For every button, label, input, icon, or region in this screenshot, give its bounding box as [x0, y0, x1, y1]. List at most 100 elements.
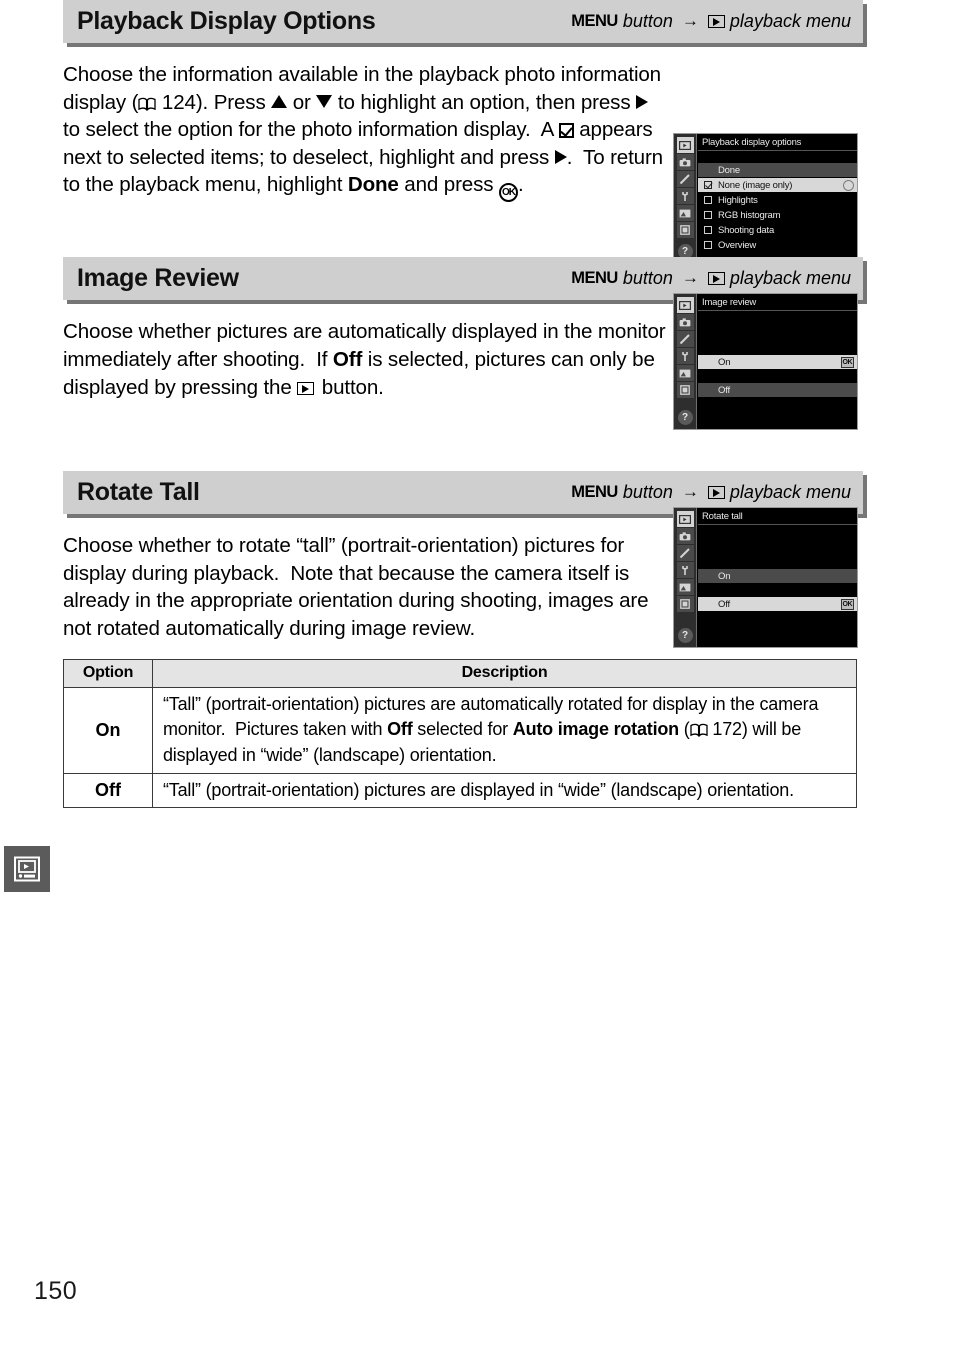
checkbox-unchecked-icon	[704, 196, 712, 204]
table-head: Option Description	[63, 658, 857, 688]
rail-setup-icon[interactable]	[676, 188, 694, 204]
bold-done: Done	[347, 173, 399, 197]
camera-row-off[interactable]: Off	[698, 383, 857, 398]
camera-screen-rotate-tall: ? Rotate tall On Off OK	[673, 507, 858, 649]
camera-row-label: RGB histogram	[718, 209, 781, 221]
camera-row-on[interactable]: On OK	[698, 355, 857, 370]
bold-off: Off	[332, 347, 363, 371]
camera-row-overview[interactable]: Overview	[698, 238, 857, 252]
page-ref-172: 172	[712, 719, 742, 740]
page-content: Playback Display Options MENU button → p…	[63, 0, 863, 809]
rail-help-icon[interactable]: ?	[677, 628, 693, 644]
rail-help-icon[interactable]: ?	[677, 410, 693, 426]
camera-row-off[interactable]: Off OK	[698, 597, 857, 612]
camera-option-list: Done None (image only) Highlights RGB hi…	[698, 151, 857, 252]
camera-row-label: Done	[718, 164, 740, 176]
camera-screen-body: Image review On OK Off	[698, 294, 857, 429]
camera-row-label: Off	[718, 384, 730, 396]
rail-custom-settings-icon[interactable]	[676, 171, 694, 187]
arrow-right-icon: →	[681, 267, 699, 287]
column-header-option: Option	[63, 658, 153, 688]
rail-shooting-icon[interactable]	[676, 528, 694, 545]
camera-row-label: On	[718, 356, 731, 368]
playback-monitor-icon	[14, 856, 40, 882]
checkbox-checked-icon	[704, 181, 712, 189]
rail-setup-icon[interactable]	[676, 348, 694, 365]
rail-playback-icon[interactable]	[676, 511, 694, 528]
rail-recent-settings-icon[interactable]	[676, 596, 694, 613]
bold-auto-image-rotation: Auto image rotation	[512, 719, 679, 740]
camera-screen-image-review: ? Image review On OK Off	[673, 293, 858, 431]
rail-custom-settings-icon[interactable]	[676, 545, 694, 562]
body-paragraph-3: Choose whether to rotate “tall” (portrai…	[63, 534, 649, 640]
camera-menu-rail: ?	[674, 508, 697, 648]
section-playback-display-options: Playback Display Options MENU button → p…	[63, 0, 863, 264]
checkbox-unchecked-icon	[704, 211, 712, 219]
button-word: button	[622, 11, 673, 31]
camera-row-none-image-only[interactable]: None (image only)	[698, 178, 857, 192]
page-title: Playback Display Options	[77, 7, 376, 35]
body-paragraph-2: Choose whether pictures are automaticall…	[63, 320, 666, 399]
camera-menu-rail: ?	[674, 134, 697, 263]
playback-icon	[707, 15, 725, 28]
triangle-down-icon	[316, 94, 333, 108]
rail-playback-icon[interactable]	[676, 137, 694, 153]
arrow-right-icon: →	[681, 10, 699, 30]
menu-path: MENU button → playback menu	[571, 268, 851, 289]
menu-button-label: MENU	[571, 12, 618, 30]
section-image-review: Image Review MENU button → playback menu…	[63, 257, 863, 431]
rail-setup-icon[interactable]	[676, 562, 694, 579]
menu-path: MENU button → playback menu	[571, 482, 851, 503]
page-title: Image Review	[77, 264, 239, 293]
checkmark-box-icon	[558, 123, 574, 139]
ok-button-icon: OK	[498, 183, 518, 203]
column-header-description: Description	[152, 658, 857, 688]
page-ref-124: 124	[161, 90, 196, 114]
camera-screen-title: Image review	[698, 294, 857, 312]
ok-badge: OK	[840, 598, 854, 610]
rail-shooting-icon[interactable]	[676, 314, 694, 331]
camera-row-label: Off	[718, 598, 730, 610]
playback-icon-inline	[297, 381, 315, 395]
rail-custom-settings-icon[interactable]	[676, 331, 694, 348]
menu-button-label: MENU	[571, 483, 618, 502]
book-ref-icon	[138, 91, 156, 111]
rail-retouch-icon[interactable]	[676, 205, 694, 221]
playback-icon	[707, 486, 725, 500]
book-ref-icon	[689, 719, 708, 738]
rail-retouch-icon[interactable]	[676, 579, 694, 596]
camera-screen-playback-display-options: ? Playback display options Done None (im…	[673, 133, 858, 264]
cell-description-on: “Tall” (portrait-orientation) pictures a…	[152, 686, 857, 775]
camera-menu-rail: ?	[674, 294, 697, 430]
camera-row-label: Shooting data	[718, 224, 775, 236]
camera-row-highlights[interactable]: Highlights	[698, 193, 857, 207]
arrow-right-icon: →	[681, 481, 699, 501]
side-tab-playback	[4, 846, 50, 892]
camera-row-label: None (image only)	[718, 179, 793, 191]
rail-playback-icon[interactable]	[676, 297, 694, 314]
menu-button-label: MENU	[571, 269, 618, 288]
camera-row-on[interactable]: On	[698, 569, 857, 584]
table-row: On “Tall” (portrait-orientation) picture…	[63, 686, 857, 775]
camera-screen-title: Rotate tall	[698, 508, 857, 526]
rail-shooting-icon[interactable]	[676, 154, 694, 170]
rail-recent-settings-icon[interactable]	[676, 222, 694, 238]
camera-row-rgb-histogram[interactable]: RGB histogram	[698, 208, 857, 222]
camera-screen-body: Playback display options Done None (imag…	[698, 134, 857, 263]
section-heading-bar: Playback Display Options MENU button → p…	[63, 0, 863, 43]
camera-row-done[interactable]: Done	[698, 163, 857, 177]
camera-row-label: Highlights	[718, 194, 758, 206]
body-paragraph-1: Choose the information available in the …	[63, 61, 663, 203]
triangle-right-icon-2	[554, 149, 567, 164]
playback-icon	[707, 272, 725, 286]
triangle-right-icon	[636, 94, 649, 109]
rail-retouch-icon[interactable]	[676, 365, 694, 382]
camera-option-list: On Off OK	[698, 525, 857, 612]
cell-option-on: On	[63, 686, 153, 775]
table-row: Off “Tall” (portrait-orientation) pictur…	[63, 773, 857, 809]
page-title: Rotate Tall	[77, 478, 200, 507]
button-word: button	[622, 268, 673, 289]
camera-row-shooting-data[interactable]: Shooting data	[698, 223, 857, 237]
rotate-tall-options-table: Option Description On “Tall” (portrait-o…	[63, 658, 857, 809]
rail-recent-settings-icon[interactable]	[676, 382, 694, 399]
